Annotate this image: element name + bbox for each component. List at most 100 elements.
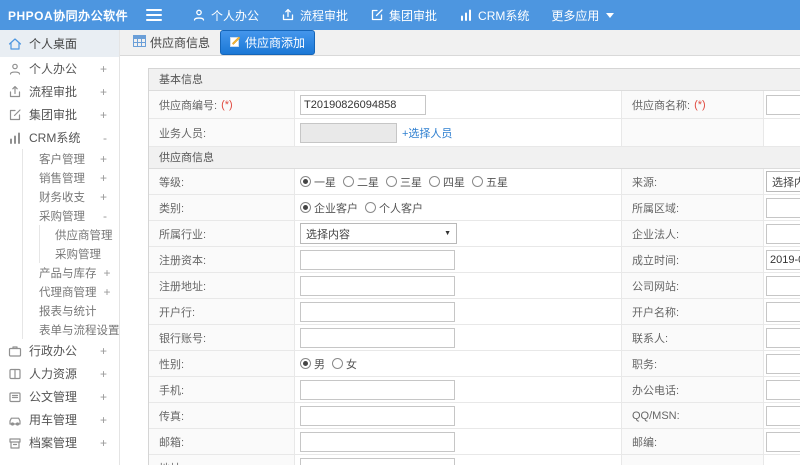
- address-input[interactable]: [300, 457, 455, 465]
- account-name-input[interactable]: [766, 301, 800, 322]
- tab-supplier-info[interactable]: 供应商信息: [133, 34, 210, 51]
- workflow-icon: [8, 85, 22, 99]
- sidebar-item-crm-system[interactable]: CRM系统 -: [0, 126, 119, 149]
- sidebar-item-finance[interactable]: 财务收支 +: [23, 187, 119, 206]
- region-label: 所属区域:: [622, 195, 764, 220]
- radio-three-star[interactable]: 三星: [386, 174, 422, 190]
- chart-icon: [8, 131, 22, 145]
- sidebar-item-workflow-approval[interactable]: 流程审批 +: [0, 80, 119, 103]
- legal-person-label: 企业法人:: [622, 221, 764, 246]
- sidebar-item-vehicle-mgmt[interactable]: 用车管理 +: [0, 408, 119, 431]
- top-navigation: 个人办公 流程审批 集团审批 CRM系统 更多应用: [192, 7, 615, 24]
- expand-plus: +: [99, 61, 107, 76]
- supplier-code-input[interactable]: [300, 94, 426, 115]
- sidebar-item-personal-office[interactable]: 个人办公 +: [0, 57, 119, 80]
- document-icon: [8, 390, 22, 404]
- supplier-name-input[interactable]: [766, 94, 800, 115]
- radio-enterprise-customer[interactable]: 企业客户: [300, 200, 358, 216]
- account-name-label: 开户名称:: [622, 299, 764, 324]
- contact-person-input[interactable]: [766, 327, 800, 348]
- fax-input[interactable]: [300, 405, 455, 426]
- main-area: 供应商信息 供应商添加 基本信息 供应商编号:(*) 供应商名称:(*): [120, 30, 800, 465]
- sidebar-item-sales-mgmt[interactable]: 销售管理 +: [23, 168, 119, 187]
- position-input[interactable]: [766, 353, 800, 374]
- radio-icon: [343, 176, 354, 187]
- industry-select[interactable]: 选择内容 ▼: [300, 223, 457, 244]
- grade-label: 等级:: [149, 169, 295, 194]
- menu-toggle-icon[interactable]: [146, 9, 162, 21]
- add-doc-icon: [230, 36, 241, 50]
- region-input[interactable]: [766, 197, 800, 218]
- industry-label: 所属行业:: [149, 221, 295, 246]
- legal-person-input[interactable]: [766, 223, 800, 244]
- radio-one-star[interactable]: 一星: [300, 174, 336, 190]
- website-input[interactable]: [766, 275, 800, 296]
- edit-icon: [8, 108, 22, 122]
- topnav-personal-office[interactable]: 个人办公: [192, 7, 259, 24]
- bank-branch-input[interactable]: [300, 301, 455, 322]
- radio-selected-icon: [300, 202, 311, 213]
- office-phone-input[interactable]: [766, 379, 800, 400]
- sidebar-item-archive-mgmt[interactable]: 档案管理 +: [0, 431, 119, 454]
- source-select[interactable]: 选择内容▼: [766, 171, 800, 192]
- user-icon: [8, 62, 22, 76]
- fax-label: 传真:: [149, 403, 295, 428]
- category-radio-group: 企业客户 个人客户: [300, 200, 430, 216]
- radio-two-star[interactable]: 二星: [343, 174, 379, 190]
- supplier-code-label: 供应商编号: (*): [149, 91, 295, 118]
- zip-input[interactable]: [766, 431, 800, 452]
- topnav-crm-system[interactable]: CRM系统: [459, 7, 529, 24]
- business-staff-label: 业务人员:: [149, 119, 295, 146]
- qq-msn-input[interactable]: [766, 405, 800, 426]
- sidebar-item-admin-office[interactable]: 行政办公 +: [0, 339, 119, 362]
- email-input[interactable]: [300, 431, 455, 452]
- sidebar-item-purchase-mgmt[interactable]: 采购管理 -: [23, 206, 119, 225]
- sidebar-item-product-inventory[interactable]: 产品与库存 +: [23, 263, 119, 282]
- table-icon: [133, 35, 146, 50]
- radio-icon: [365, 202, 376, 213]
- radio-four-star[interactable]: 四星: [429, 174, 465, 190]
- user-icon: [192, 8, 206, 22]
- gender-radio-group: 男 女: [300, 356, 364, 372]
- registered-address-label: 注册地址:: [149, 273, 295, 298]
- sidebar-item-human-resources[interactable]: 人力资源 +: [0, 362, 119, 385]
- radio-icon: [429, 176, 440, 187]
- radio-personal-customer[interactable]: 个人客户: [365, 200, 423, 216]
- grade-radio-group: 一星 二星 三星 四星 五星: [300, 174, 515, 190]
- radio-selected-icon: [300, 358, 311, 369]
- gender-label: 性别:: [149, 351, 295, 376]
- radio-five-star[interactable]: 五星: [472, 174, 508, 190]
- sidebar-item-personal-desktop[interactable]: 个人桌面: [0, 30, 119, 57]
- radio-female[interactable]: 女: [332, 356, 357, 372]
- content-area: 基本信息 供应商编号:(*) 供应商名称:(*) 业务人员: +选择人员: [120, 56, 800, 465]
- topnav-group-approval[interactable]: 集团审批: [370, 7, 437, 24]
- section-header-supplier-info: 供应商信息: [149, 147, 800, 169]
- sidebar-item-official-docs[interactable]: 公文管理 +: [0, 385, 119, 408]
- topnav-workflow-approval[interactable]: 流程审批: [281, 7, 348, 24]
- business-staff-input[interactable]: [300, 122, 397, 143]
- qq-msn-label: QQ/MSN:: [622, 403, 764, 428]
- sidebar-item-purchase[interactable]: 采购管理: [40, 244, 119, 263]
- select-personnel-link[interactable]: +选择人员: [402, 125, 452, 141]
- bank-account-input[interactable]: [300, 327, 455, 348]
- founded-date-input[interactable]: [766, 249, 800, 270]
- bank-branch-label: 开户行:: [149, 299, 295, 324]
- purchase-submenu: 供应商管理 采购管理: [39, 225, 119, 263]
- topnav-more-apps[interactable]: 更多应用: [551, 7, 615, 24]
- required-mark: (*): [694, 98, 706, 111]
- registered-capital-input[interactable]: [300, 249, 455, 270]
- sidebar-item-group-approval[interactable]: 集团审批 +: [0, 103, 119, 126]
- mobile-input[interactable]: [300, 379, 455, 400]
- radio-male[interactable]: 男: [300, 356, 325, 372]
- sidebar: 个人桌面 个人办公 + 流程审批 + 集团审批 + CRM系统 - 客户管理 +…: [0, 30, 120, 465]
- sidebar-item-reports-stats[interactable]: 报表与统计: [23, 301, 119, 320]
- briefcase-icon: [8, 344, 22, 358]
- tab-supplier-add[interactable]: 供应商添加: [220, 30, 316, 55]
- sidebar-item-agent-mgmt[interactable]: 代理商管理 +: [23, 282, 119, 301]
- sidebar-item-supplier-mgmt[interactable]: 供应商管理: [40, 225, 119, 244]
- workflow-icon: [281, 8, 295, 22]
- sidebar-item-customer-mgmt[interactable]: 客户管理 +: [23, 149, 119, 168]
- registered-address-input[interactable]: [300, 275, 455, 296]
- select-arrow-icon: ▼: [444, 230, 451, 237]
- sidebar-item-form-flow-settings[interactable]: 表单与流程设置+: [23, 320, 119, 339]
